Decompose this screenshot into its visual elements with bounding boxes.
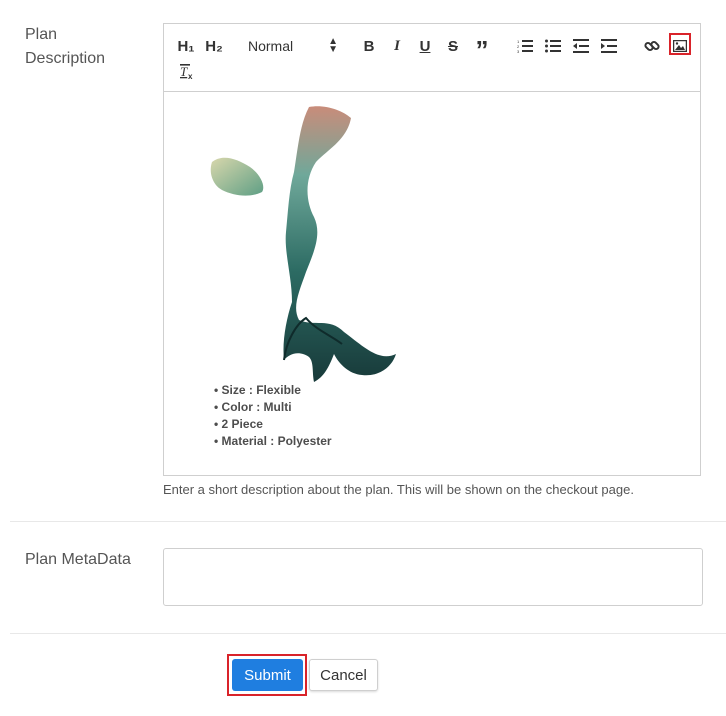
list-item: 2 Piece bbox=[214, 416, 332, 433]
select-arrows-icon: ▲ ▼ bbox=[328, 36, 338, 55]
list-item: Color : Multi bbox=[214, 399, 332, 416]
svg-text:3: 3 bbox=[517, 49, 520, 53]
blockquote-button[interactable]: ” bbox=[473, 35, 491, 63]
ordered-list-icon[interactable]: 123 bbox=[516, 35, 534, 57]
svg-text:T: T bbox=[180, 64, 188, 79]
help-text: Enter a short description about the plan… bbox=[163, 482, 634, 497]
clear-format-icon[interactable]: Tx bbox=[178, 61, 196, 83]
divider bbox=[10, 633, 726, 634]
svg-text:x: x bbox=[188, 72, 193, 80]
italic-button[interactable]: I bbox=[389, 35, 405, 57]
plan-description-label: Plan Description bbox=[25, 23, 105, 71]
list-item: Size : Flexible bbox=[214, 382, 332, 399]
indent-icon[interactable] bbox=[600, 35, 618, 57]
submit-button[interactable]: Submit bbox=[232, 659, 303, 691]
plan-description-label-line1: Plan bbox=[25, 26, 58, 43]
editor-content[interactable]: Size : Flexible Color : Multi 2 Piece Ma… bbox=[164, 92, 700, 477]
plan-metadata-input[interactable] bbox=[163, 548, 703, 606]
editor-toolbar: H₁ H₂ Normal ▲ ▼ B I U S ” 123 Tx bbox=[164, 24, 700, 92]
mermaid-tail-image bbox=[210, 106, 396, 382]
cancel-button[interactable]: Cancel bbox=[309, 659, 378, 691]
plan-description-label-line2: Description bbox=[25, 50, 106, 67]
heading1-button[interactable]: H₁ bbox=[176, 35, 196, 57]
heading2-button[interactable]: H₂ bbox=[204, 35, 224, 57]
list-item: Material : Polyester bbox=[214, 433, 332, 450]
feature-list: Size : Flexible Color : Multi 2 Piece Ma… bbox=[214, 382, 332, 450]
strike-button[interactable]: S bbox=[445, 35, 461, 57]
link-icon[interactable] bbox=[643, 35, 661, 57]
format-select-value: Normal bbox=[248, 38, 294, 54]
rich-text-editor: H₁ H₂ Normal ▲ ▼ B I U S ” 123 Tx • Size… bbox=[163, 23, 701, 476]
plan-metadata-label: Plan MetaData bbox=[25, 551, 131, 568]
format-select[interactable]: Normal ▲ ▼ bbox=[248, 35, 338, 57]
outdent-icon[interactable] bbox=[572, 35, 590, 57]
underline-button[interactable]: U bbox=[417, 35, 433, 57]
bold-button[interactable]: B bbox=[361, 35, 377, 57]
divider bbox=[10, 521, 726, 522]
bullet-list-icon[interactable] bbox=[544, 35, 562, 57]
image-button-highlight bbox=[669, 33, 691, 55]
